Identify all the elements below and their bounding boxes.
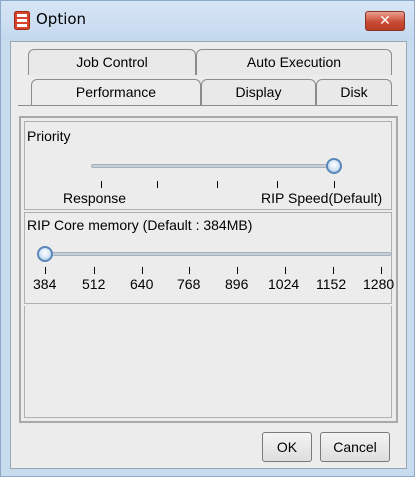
memory-tick xyxy=(142,267,143,274)
panel-empty-area xyxy=(24,306,392,418)
memory-tick xyxy=(285,267,286,274)
priority-min-label: Response xyxy=(63,190,127,206)
memory-tick xyxy=(237,267,238,274)
title-bar[interactable]: Option ✕ xyxy=(1,1,414,41)
rip-memory-group: RIP Core memory (Default : 384MB) 384 51… xyxy=(24,212,395,304)
memory-tick xyxy=(45,267,46,274)
tab-disk[interactable]: Disk xyxy=(316,79,392,105)
memory-tick-label: 1152 xyxy=(316,276,347,292)
priority-tick xyxy=(334,181,335,188)
memory-tick-label: 1024 xyxy=(268,276,300,292)
tab-label: Job Control xyxy=(76,54,148,70)
cancel-button[interactable]: Cancel xyxy=(320,432,390,462)
priority-slider-thumb[interactable] xyxy=(326,158,342,174)
tab-label: Display xyxy=(235,84,282,100)
memory-slider-thumb[interactable] xyxy=(37,246,53,262)
memory-tick-label: 1280 xyxy=(363,276,395,292)
close-icon: ✕ xyxy=(379,13,391,29)
memory-tick-label: 512 xyxy=(82,276,106,292)
priority-tick xyxy=(277,181,278,188)
tab-label: Auto Execution xyxy=(246,54,342,70)
tab-display[interactable]: Display xyxy=(201,79,316,105)
ok-button-label: OK xyxy=(276,439,298,455)
memory-tick xyxy=(381,267,382,274)
tab-performance[interactable]: Performance xyxy=(31,79,201,105)
memory-tick-label: 640 xyxy=(130,276,154,292)
memory-tick-label: 896 xyxy=(225,276,249,292)
memory-tick xyxy=(333,267,334,274)
memory-slider-track[interactable] xyxy=(39,252,391,256)
app-icon xyxy=(14,11,30,30)
performance-panel: Priority Response RIP Speed(Default) RIP… xyxy=(19,116,398,423)
tab-label: Disk xyxy=(340,84,368,100)
ok-button[interactable]: OK xyxy=(262,432,312,462)
priority-title: Priority xyxy=(27,128,71,144)
tab-job-control[interactable]: Job Control xyxy=(28,49,196,75)
priority-tick xyxy=(157,181,158,188)
memory-tick-label: 768 xyxy=(177,276,201,292)
priority-slider-track[interactable] xyxy=(91,164,337,168)
window-title: Option xyxy=(36,10,87,28)
rip-memory-title: RIP Core memory (Default : 384MB) xyxy=(27,217,253,233)
memory-tick xyxy=(94,267,95,274)
priority-group: Priority Response RIP Speed(Default) xyxy=(24,121,392,210)
cancel-button-label: Cancel xyxy=(333,439,377,455)
priority-tick xyxy=(217,181,218,188)
memory-tick-label: 384 xyxy=(33,276,57,292)
memory-tick xyxy=(189,267,190,274)
priority-max-label: RIP Speed(Default) xyxy=(261,190,383,206)
tab-label: Performance xyxy=(75,84,157,100)
tab-auto-execution[interactable]: Auto Execution xyxy=(196,49,392,75)
tab-strip-divider xyxy=(18,105,398,106)
close-button[interactable]: ✕ xyxy=(365,11,405,31)
priority-tick xyxy=(101,181,102,188)
